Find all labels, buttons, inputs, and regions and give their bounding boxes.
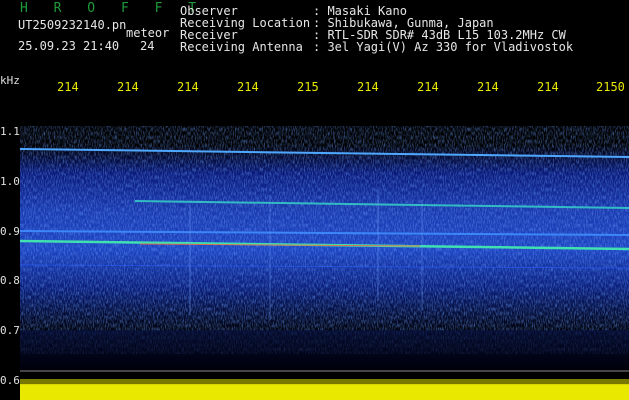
x-tick-9: 214 (537, 80, 559, 94)
x-tick-3: 214 (177, 80, 199, 94)
signal-strength-spikes (20, 379, 629, 385)
y-tick-0-6: 0.6 (0, 374, 20, 387)
y-tick-1-1: 1.1 (0, 125, 20, 138)
file-name: UT2509232140.pn (18, 18, 127, 32)
low-band (20, 330, 629, 370)
x-tick-8: 214 (477, 80, 499, 94)
x-tick-1: 214 (57, 80, 79, 94)
antenna-label: Receiving Antenna (180, 40, 303, 54)
x-tick-10: 2150 (596, 80, 625, 94)
x-tick-7: 214 (417, 80, 439, 94)
x-tick-2: 214 (117, 80, 139, 94)
y-unit-label: kHz (0, 74, 20, 87)
y-tick-1-0: 1.0 (0, 175, 20, 188)
x-tick-4: 214 (237, 80, 259, 94)
app-logo: H R O F F T (20, 1, 206, 16)
spectrogram (20, 100, 629, 400)
date-time: 25.09.23 21:40 (18, 39, 120, 53)
antenna-value: : 3el Yagi(V) Az 330 for Vladivostok (313, 40, 574, 54)
x-tick-6: 214 (357, 80, 379, 94)
sequence-number: 24 (140, 39, 155, 53)
y-tick-0-7: 0.7 (0, 324, 20, 337)
header: H R O F F T UT2509232140.pn meteor 25.09… (0, 0, 629, 72)
y-tick-0-8: 0.8 (0, 274, 20, 287)
y-tick-0-9: 0.9 (0, 225, 20, 238)
tag-label: meteor (126, 26, 170, 40)
signal-strength-bar (20, 384, 629, 400)
noise-speckle (20, 145, 629, 335)
x-tick-5: 215 (297, 80, 319, 94)
